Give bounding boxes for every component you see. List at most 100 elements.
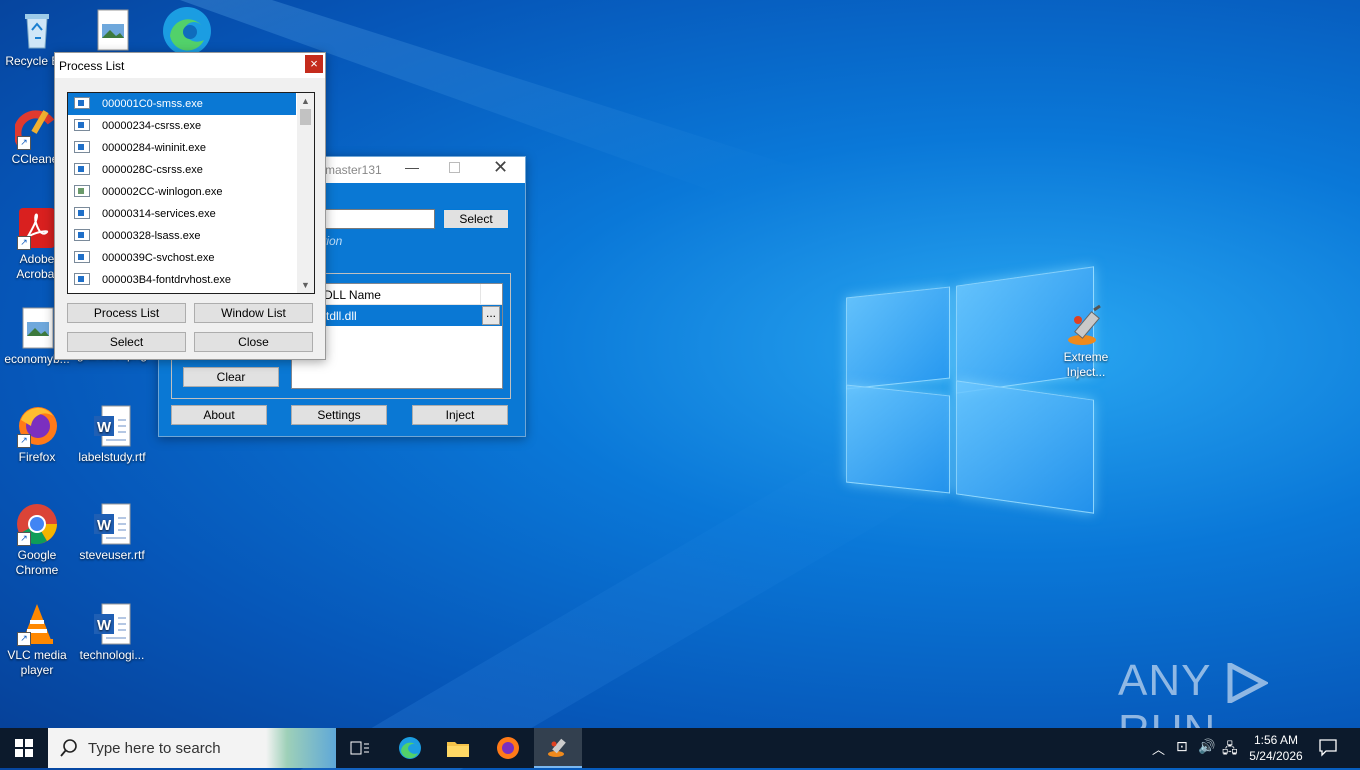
svg-text:W: W — [97, 419, 112, 436]
tray-overflow-chevron-icon[interactable]: ︿ — [1152, 739, 1165, 758]
process-row-label: 0000039C-svchost.exe — [102, 252, 215, 264]
meet-now-icon[interactable]: ⊡ — [1176, 738, 1188, 755]
clear-button[interactable]: Clear — [183, 367, 279, 387]
desktop-icon-chrome[interactable]: ↗ Google Chrome — [2, 502, 72, 578]
process-row[interactable]: 00000284-wininit.exe — [68, 137, 296, 159]
process-window-icon — [74, 229, 90, 241]
clock[interactable]: 1:56 AM 5/24/2026 — [1248, 732, 1304, 764]
volume-icon[interactable]: 🔊 — [1198, 738, 1215, 755]
search-highlight-image — [266, 728, 336, 768]
process-window-icon — [74, 251, 90, 263]
taskbar-firefox[interactable] — [488, 728, 528, 768]
extreme-injector-icon — [548, 738, 566, 757]
ccleaner-icon: ↗ — [13, 106, 59, 150]
browse-dll-button[interactable]: ... — [482, 306, 500, 325]
process-row-label: 000001C0-smss.exe — [102, 98, 203, 110]
scroll-thumb[interactable] — [300, 109, 311, 125]
desktop-icon-labelstudy[interactable]: W labelstudy.rtf — [77, 404, 147, 465]
image-file-icon — [15, 306, 59, 350]
desktop-icon-extreme-injector[interactable]: Extreme Inject... — [1051, 304, 1121, 380]
process-row-label: 00000234-csrss.exe — [102, 120, 202, 132]
windows-logo-wallpaper — [846, 258, 1094, 514]
settings-button[interactable]: Settings — [291, 405, 387, 425]
process-window-icon — [74, 273, 90, 285]
minimize-icon[interactable]: — — [405, 159, 419, 175]
inject-button[interactable]: Inject — [412, 405, 508, 425]
process-window-icon — [74, 185, 90, 197]
desktop-icon-vlc[interactable]: ↗ VLC media player — [2, 602, 72, 678]
edge-icon — [162, 6, 212, 56]
about-button[interactable]: About — [171, 405, 267, 425]
vlc-icon: ↗ — [15, 602, 59, 646]
desktop-icon-technologi[interactable]: W technologi... — [77, 602, 147, 663]
process-name-input[interactable] — [319, 209, 435, 229]
desktop-icon-label: Google Chrome — [15, 548, 59, 577]
taskbar-edge[interactable] — [390, 728, 430, 768]
taskbar-file-explorer[interactable] — [438, 728, 478, 768]
window-list-button[interactable]: Window List — [194, 303, 313, 323]
select-process-button[interactable]: Select — [443, 209, 509, 229]
process-row-label: 0000028C-csrss.exe — [102, 164, 203, 176]
close-icon[interactable]: ✕ — [493, 157, 508, 178]
notification-center-button[interactable] — [1318, 737, 1338, 760]
dll-name-column-header[interactable]: DLL Name — [324, 288, 381, 302]
process-row[interactable]: 00000234-csrss.exe — [68, 115, 296, 137]
word-doc-icon: W — [90, 404, 134, 448]
task-view-button[interactable] — [340, 728, 380, 768]
close-icon[interactable]: × — [305, 55, 323, 73]
process-listbox[interactable]: 000001C0-smss.exe 00000234-csrss.exe 00000… — [67, 92, 315, 294]
select-button[interactable]: Select — [67, 332, 186, 352]
process-window-icon — [74, 207, 90, 219]
desktop-icon-edge[interactable] — [152, 6, 222, 58]
maximize-icon[interactable] — [449, 162, 460, 173]
clock-time: 1:56 AM — [1253, 733, 1299, 747]
injector-title: master131 — [325, 163, 382, 177]
scroll-down-icon[interactable]: ▼ — [297, 277, 314, 293]
process-row-label: 000003B4-fontdrvhost.exe — [102, 274, 232, 286]
svg-text:W: W — [97, 517, 112, 534]
play-logo-icon — [1224, 661, 1270, 706]
network-icon[interactable]: 🖧 — [1222, 738, 1238, 762]
desktop-icon-firefox[interactable]: ↗ Firefox — [2, 404, 72, 465]
search-box[interactable]: Type here to search — [48, 728, 336, 768]
process-row[interactable]: 000002CC-winlogon.exe — [68, 181, 296, 203]
desktop-icon-label: Firefox — [18, 450, 56, 464]
process-row-label: 00000284-wininit.exe — [102, 142, 206, 154]
desktop-icon-label: labelstudy.rtf — [78, 450, 146, 464]
edge-icon — [399, 737, 421, 759]
process-window-icon — [74, 141, 90, 153]
process-window-icon — [74, 119, 90, 131]
recycle-bin-icon — [15, 8, 59, 52]
process-list-title: Process List — [59, 59, 125, 73]
process-window-icon — [74, 97, 90, 109]
desktop-icon-image[interactable] — [77, 8, 147, 54]
svg-text:W: W — [97, 617, 112, 634]
process-row[interactable]: 0000039C-svchost.exe — [68, 247, 296, 269]
process-window-icon — [74, 163, 90, 175]
start-button[interactable] — [0, 728, 48, 768]
process-row-label: 00000314-services.exe — [102, 208, 216, 220]
desktop-icon-label: steveuser.rtf — [79, 548, 145, 562]
desktop-icon-steveuser[interactable]: W steveuser.rtf — [77, 502, 147, 563]
windows-start-icon — [15, 739, 33, 757]
desktop-icon-label: VLC media player — [7, 648, 67, 677]
firefox-icon — [497, 737, 519, 759]
process-row[interactable]: 000001C0-smss.exe — [68, 93, 296, 115]
close-button[interactable]: Close — [194, 332, 313, 352]
dll-row-name: tdll.dll — [326, 309, 357, 323]
process-row[interactable]: 000003B4-fontdrvhost.exe — [68, 269, 296, 291]
process-row[interactable]: 0000028C-csrss.exe — [68, 159, 296, 181]
search-icon — [60, 739, 77, 757]
taskbar: Type here to search ︿ ⊡ 🔊 🖧 1:56 AM 5/24… — [0, 728, 1360, 768]
firefox-icon: ↗ — [15, 404, 59, 448]
taskbar-extreme-injector[interactable] — [534, 728, 582, 768]
image-file-icon — [90, 8, 134, 52]
process-row[interactable]: 00000328-lsass.exe — [68, 225, 296, 247]
process-row[interactable]: 00000314-services.exe — [68, 203, 296, 225]
notification-icon — [1319, 739, 1337, 757]
process-list-button[interactable]: Process List — [67, 303, 186, 323]
scrollbar[interactable]: ▲ ▼ — [297, 93, 314, 293]
acrobat-icon: ↗ — [15, 206, 59, 250]
process-list-titlebar: Process List × — [55, 53, 325, 78]
scroll-up-icon[interactable]: ▲ — [297, 93, 314, 109]
